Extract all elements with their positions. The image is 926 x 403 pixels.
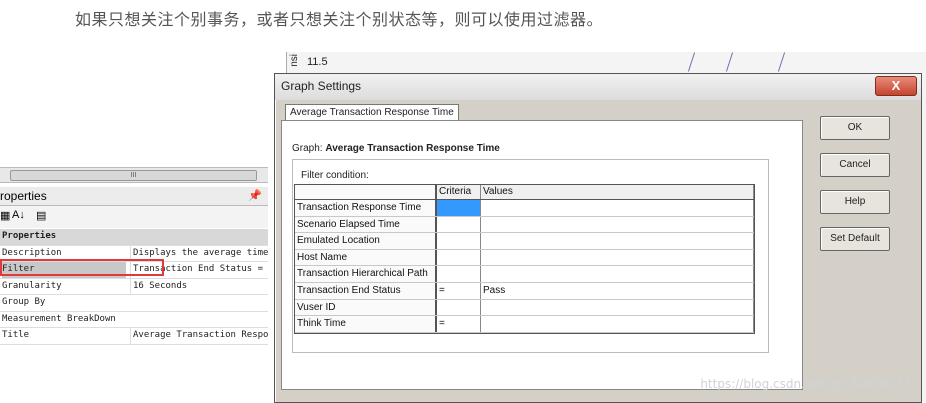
grid-header: Criteria Values xyxy=(295,185,754,200)
criteria-cell[interactable] xyxy=(437,266,481,282)
property-row-measurement-breakdown[interactable]: Measurement BreakDown xyxy=(0,312,268,328)
value-cell[interactable] xyxy=(481,233,754,249)
horizontal-scrollbar[interactable]: III xyxy=(0,167,268,183)
set-default-button[interactable]: Set Default xyxy=(820,227,890,251)
properties-toolbar: ▦ A↓ ▤ xyxy=(0,206,268,228)
value-cell[interactable] xyxy=(481,216,754,233)
close-button[interactable]: X xyxy=(875,76,917,96)
criteria-cell[interactable] xyxy=(437,249,481,266)
ok-button[interactable]: OK xyxy=(820,116,890,140)
tab-average-transaction-response-time[interactable]: Average Transaction Response Time xyxy=(285,104,459,121)
filter-row[interactable]: Transaction End Status = Pass xyxy=(295,282,754,300)
dialog-title: Graph Settings xyxy=(281,79,362,93)
value-cell[interactable] xyxy=(481,266,754,282)
value-cell[interactable]: Pass xyxy=(481,282,754,299)
properties-grid: Properties Description Displays the aver… xyxy=(0,229,268,345)
property-row-group-by[interactable]: Group By xyxy=(0,295,268,312)
filter-highlight-box xyxy=(0,259,164,276)
properties-category-row: Properties xyxy=(0,229,268,246)
dialog-titlebar[interactable]: Graph Settings X xyxy=(275,74,921,100)
pin-icon[interactable]: 📌 xyxy=(248,187,262,205)
filter-row[interactable]: Emulated Location xyxy=(295,233,754,250)
criteria-cell[interactable] xyxy=(437,233,481,249)
property-row-title[interactable]: Title Average Transaction Respor xyxy=(0,328,268,345)
value-cell[interactable] xyxy=(481,200,754,216)
scrollbar-thumb[interactable]: III xyxy=(10,170,257,181)
chart-tick-label: 11.5 xyxy=(307,56,328,68)
caption-text: 如果只想关注个别事务，或者只想关注个别状态等，则可以使用过滤器。 xyxy=(75,10,604,29)
filter-row[interactable]: Scenario Elapsed Time xyxy=(295,216,754,234)
cancel-button[interactable]: Cancel xyxy=(820,153,890,177)
chart-axis-label: nsi xyxy=(289,54,300,67)
categorized-icon[interactable]: ▦ xyxy=(0,209,10,222)
criteria-cell[interactable]: = xyxy=(437,282,481,299)
criteria-cell[interactable] xyxy=(437,216,481,233)
criteria-header: Criteria xyxy=(437,185,481,199)
watermark-text: https://blog.csdn.net/qq_34659777 xyxy=(700,377,911,391)
filter-row[interactable]: Think Time = xyxy=(295,316,754,333)
property-pages-icon[interactable]: ▤ xyxy=(36,209,46,222)
chart-line xyxy=(777,52,786,72)
sort-alpha-icon[interactable]: A↓ xyxy=(12,209,25,221)
property-row-granularity[interactable]: Granularity 16 Seconds xyxy=(0,278,268,295)
criteria-cell[interactable]: = xyxy=(437,316,481,332)
criteria-cell[interactable] xyxy=(437,299,481,316)
help-button[interactable]: Help xyxy=(820,190,890,214)
properties-title: roperties xyxy=(0,189,47,203)
graph-label: Graph: Average Transaction Response Time xyxy=(292,143,500,154)
filter-row[interactable]: Host Name xyxy=(295,249,754,267)
filter-row[interactable]: Vuser ID xyxy=(295,299,754,317)
filter-grid: Criteria Values Transaction Response Tim… xyxy=(294,184,755,334)
properties-header: roperties 📌 xyxy=(0,187,268,206)
filter-condition-label: Filter condition: xyxy=(301,170,369,181)
filter-row[interactable]: Transaction Response Time xyxy=(295,200,754,217)
value-cell[interactable] xyxy=(481,299,754,316)
filter-row[interactable]: Transaction Hierarchical Path xyxy=(295,266,754,283)
graph-name: Average Transaction Response Time xyxy=(325,143,500,154)
tab-panel: Graph: Average Transaction Response Time… xyxy=(281,120,803,390)
chart-line xyxy=(725,52,734,72)
values-header: Values xyxy=(481,185,754,199)
chart-line xyxy=(687,52,696,72)
value-cell[interactable] xyxy=(481,249,754,266)
value-cell[interactable] xyxy=(481,316,754,332)
graph-settings-dialog: Graph Settings X Average Transaction Res… xyxy=(274,73,922,403)
criteria-cell[interactable] xyxy=(437,200,481,216)
